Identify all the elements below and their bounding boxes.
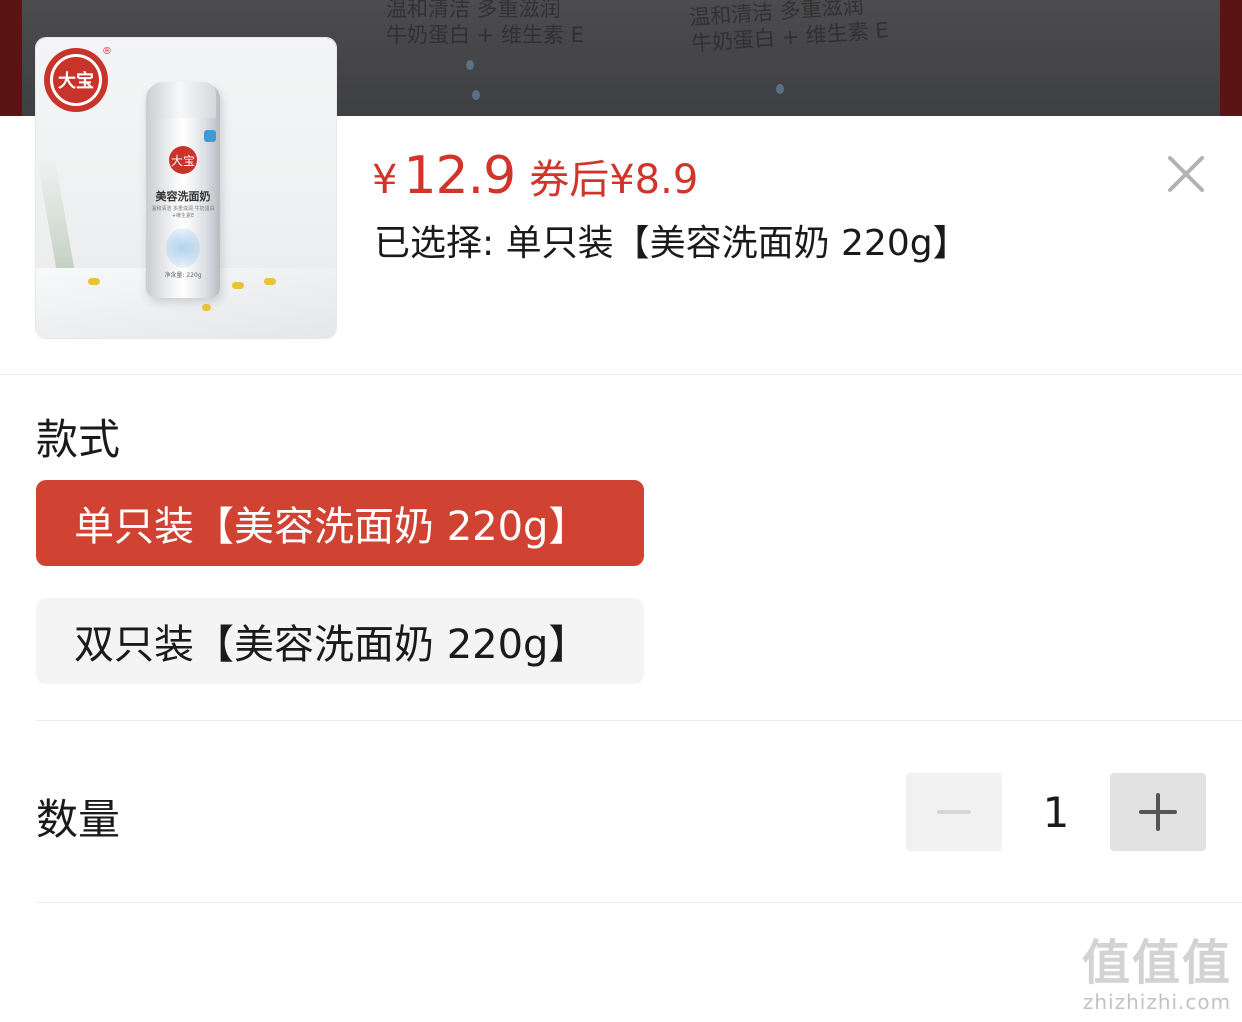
- capsule-icon: [264, 278, 276, 285]
- bottle-badge-icon: [204, 130, 216, 142]
- price-amount: 12.9: [403, 146, 516, 206]
- style-section-title: 款式: [36, 415, 121, 464]
- quantity-value[interactable]: 1: [1002, 773, 1110, 851]
- minus-icon: [937, 810, 971, 814]
- backdrop-text-left: 温和清洁 多重滋润 牛奶蛋白 + 维生素 E: [386, 0, 584, 47]
- close-button[interactable]: [1162, 150, 1210, 198]
- bottle-title: 美容洗面奶: [155, 190, 211, 203]
- bottle-net-content: 净含量: 220g: [164, 272, 202, 279]
- capsule-icon: [202, 304, 211, 311]
- backdrop-text-right: 温和清洁 多重滋润 牛奶蛋白 + 维生素 E: [688, 0, 890, 56]
- close-icon: [1168, 156, 1204, 192]
- coupon-price: 券后¥8.9: [529, 157, 699, 203]
- backdrop-droplet-icon: [472, 90, 480, 100]
- capsule-icon: [232, 282, 244, 289]
- plus-icon: [1139, 793, 1177, 831]
- sku-selector-sheet: 大宝 ® 大宝 美容洗面奶 温和清洁 多重滋润 牛奶蛋白+维生素E 净含量: 2…: [0, 38, 1242, 1022]
- backdrop-droplet-icon: [466, 60, 474, 70]
- watermark-logo: 值值值: [1081, 935, 1232, 991]
- capsule-icon: [88, 278, 100, 285]
- brand-logo-icon: 大宝: [44, 48, 108, 112]
- watermark: 值值值 zhizhizhi.com: [1082, 936, 1232, 1014]
- splash-icon: [166, 228, 200, 268]
- option-single-pack[interactable]: 单只装【美容洗面奶 220g】: [36, 480, 644, 566]
- product-thumbnail[interactable]: 大宝 ® 大宝 美容洗面奶 温和清洁 多重滋润 牛奶蛋白+维生素E 净含量: 2…: [36, 38, 336, 338]
- price-row: ¥ 12.9 券后¥8.9: [372, 146, 698, 206]
- bottle-subtitle: 温和清洁 多重滋润 牛奶蛋白+维生素E: [151, 206, 215, 219]
- option-double-pack[interactable]: 双只装【美容洗面奶 220g】: [36, 598, 644, 684]
- bottle-cap: [150, 82, 216, 118]
- divider: [36, 720, 1242, 721]
- price-currency: ¥: [372, 157, 398, 203]
- registered-mark: ®: [102, 46, 112, 57]
- divider: [0, 374, 1242, 375]
- option-label: 双只装【美容洗面奶 220g】: [74, 622, 589, 668]
- quantity-decrease-button[interactable]: [906, 773, 1002, 851]
- bottle-logo-icon: 大宝: [169, 146, 197, 174]
- selected-sku-text: 已选择: 单只装【美容洗面奶 220g】: [374, 223, 969, 264]
- option-label: 单只装【美容洗面奶 220g】: [74, 504, 589, 550]
- backdrop-edge-left: [0, 0, 22, 116]
- quantity-increase-button[interactable]: [1110, 773, 1206, 851]
- quantity-section-title: 数量: [36, 795, 121, 844]
- backdrop-droplet-icon: [776, 84, 784, 94]
- divider: [36, 902, 1242, 903]
- watermark-url: zhizhizhi.com: [1082, 990, 1232, 1014]
- backdrop-edge-right: [1220, 0, 1242, 116]
